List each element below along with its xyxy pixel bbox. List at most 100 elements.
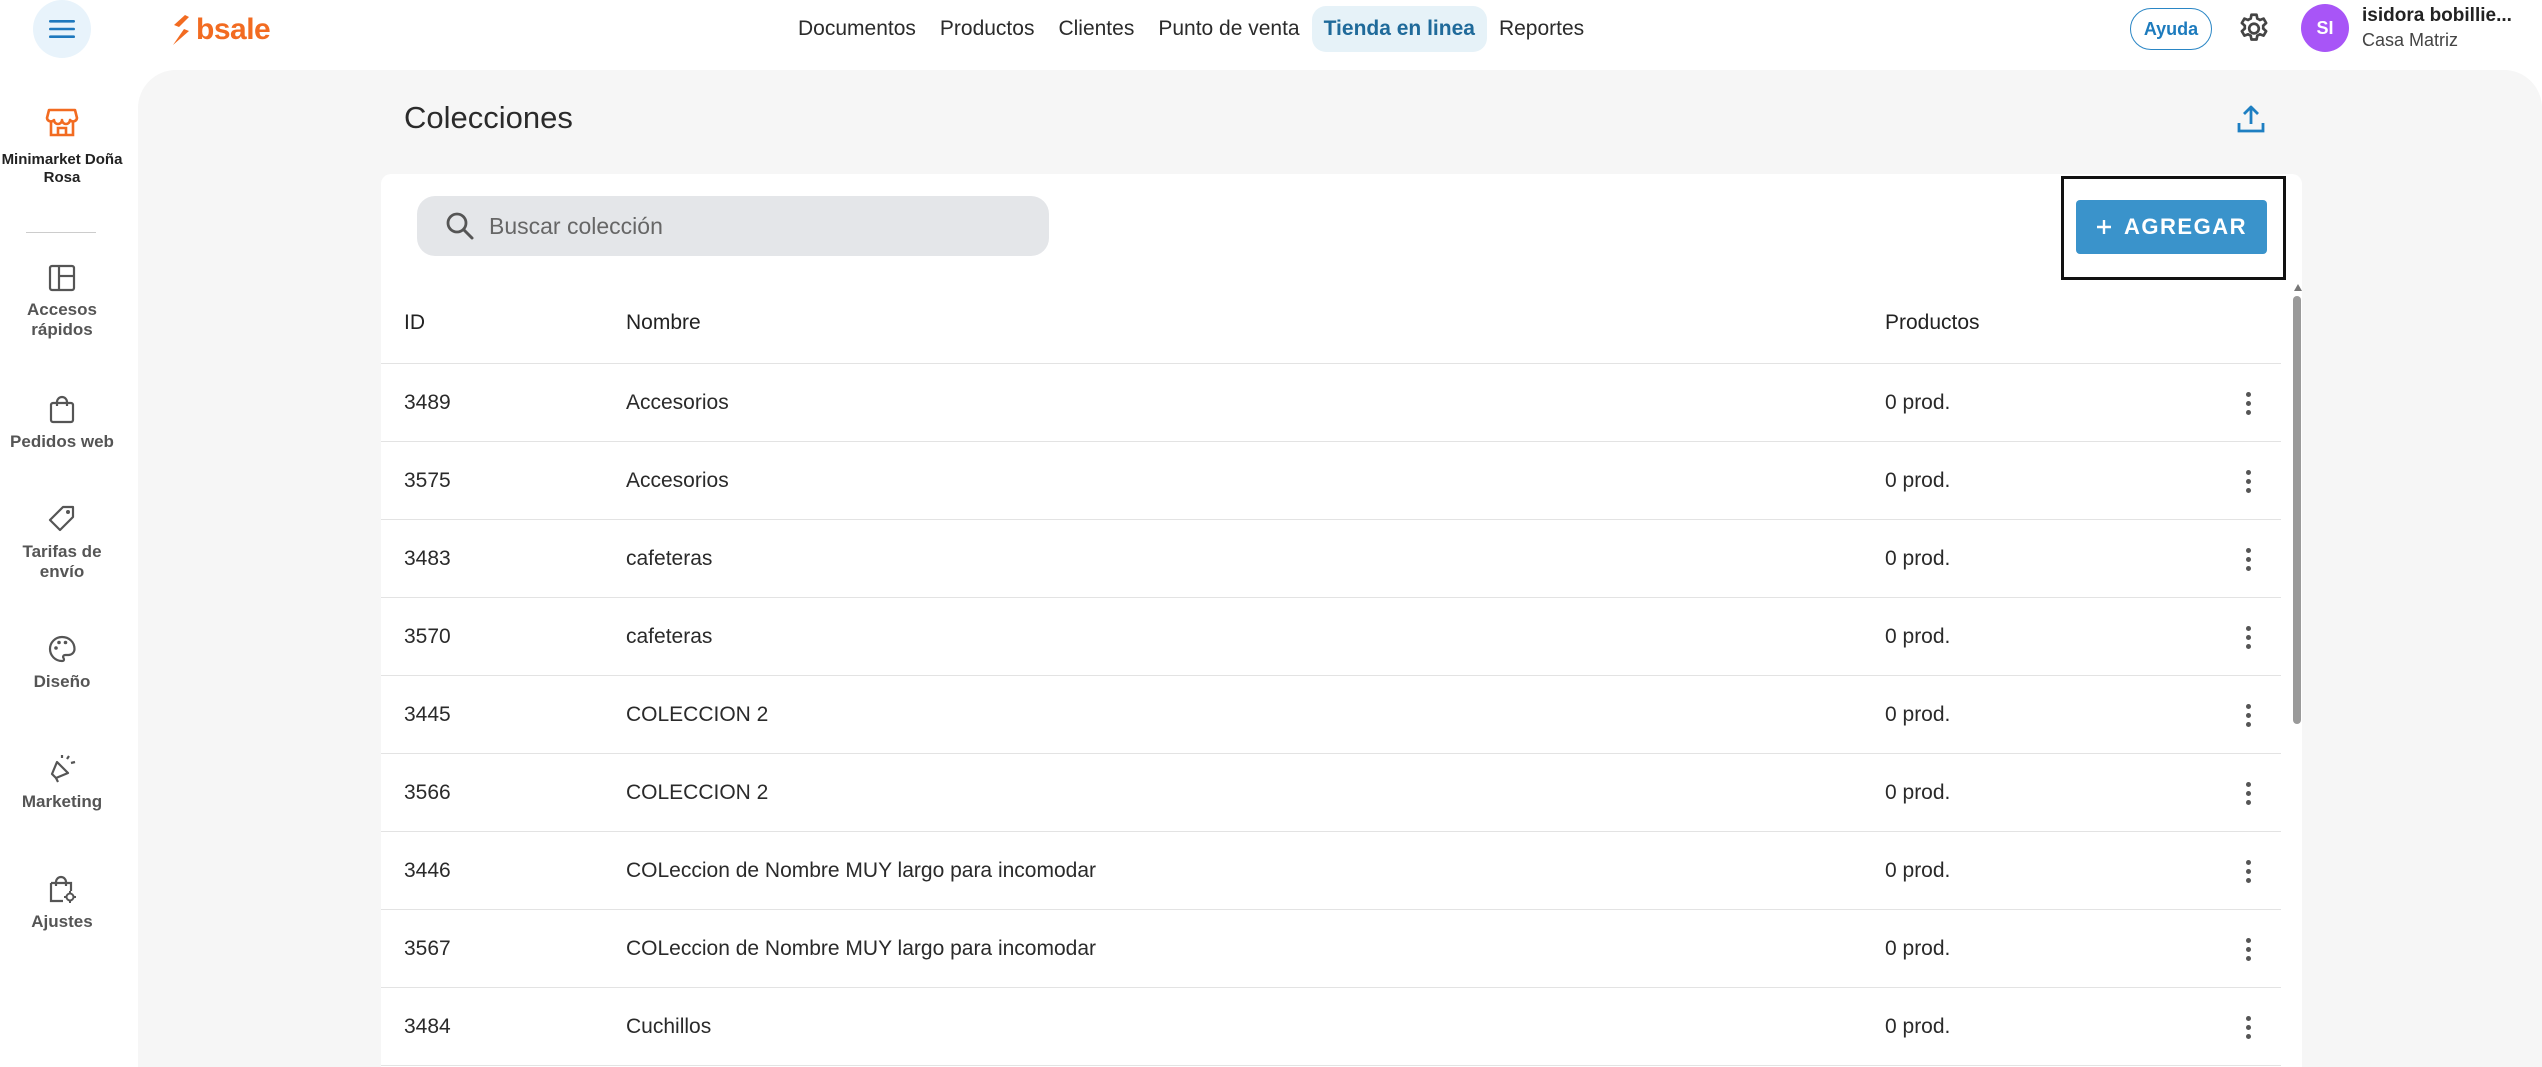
cell-id: 3484 xyxy=(404,1015,451,1038)
more-options-icon[interactable] xyxy=(2236,930,2260,968)
store-selector[interactable]: Minimarket Doña Rosa xyxy=(0,104,124,187)
table-row[interactable]: 3483 cafeteras 0 prod. xyxy=(381,520,2281,598)
sidebar-item-label: Tarifas de envío xyxy=(22,542,102,581)
user-name[interactable]: isidora bobillie... xyxy=(2362,5,2512,27)
scroll-up-arrow[interactable] xyxy=(2294,284,2302,291)
sidebar-item-ajustes[interactable]: Ajustes xyxy=(0,874,124,932)
cell-name: cafeteras xyxy=(626,547,713,570)
cell-id: 3570 xyxy=(404,625,451,648)
bag-settings-icon xyxy=(49,875,76,903)
cell-name: COLeccion de Nombre MUY largo para incom… xyxy=(626,937,1096,960)
cell-id: 3483 xyxy=(404,547,451,570)
megaphone-icon xyxy=(50,755,76,783)
logo-text: bsale xyxy=(196,13,271,46)
column-header-products[interactable]: Productos xyxy=(1885,311,1980,335)
table-row[interactable]: 3489 Accesorios 0 prod. xyxy=(381,364,2281,442)
cell-id: 3575 xyxy=(404,469,451,492)
sidebar-item-label: Marketing xyxy=(21,792,103,811)
nav-productos[interactable]: Productos xyxy=(928,6,1047,52)
menu-icon xyxy=(49,20,75,38)
sidebar-item-accesos-rapidos[interactable]: Accesos rápidos xyxy=(0,264,124,340)
gear-icon[interactable] xyxy=(2236,11,2272,47)
cell-products: 0 prod. xyxy=(1885,625,1951,648)
table-header: ID Nombre Productos xyxy=(381,284,2281,364)
avatar[interactable]: SI xyxy=(2301,4,2349,52)
cell-products: 0 prod. xyxy=(1885,703,1951,726)
sidebar-item-marketing[interactable]: Marketing xyxy=(0,754,124,812)
more-options-icon[interactable] xyxy=(2236,774,2260,812)
cell-id: 3446 xyxy=(404,859,451,882)
sidebar-divider xyxy=(26,232,96,233)
column-header-name[interactable]: Nombre xyxy=(626,311,701,335)
bsale-logo-icon xyxy=(173,15,189,45)
cell-name: Cuchillos xyxy=(626,1015,712,1038)
cell-products: 0 prod. xyxy=(1885,547,1951,570)
sidebar-item-pedidos-web[interactable]: Pedidos web xyxy=(0,394,124,452)
top-bar: bsale Documentos Productos Clientes Punt… xyxy=(0,0,2542,58)
cell-name: Accesorios xyxy=(626,391,729,414)
more-options-icon[interactable] xyxy=(2236,462,2260,500)
table-row[interactable]: 3570 cafeteras 0 prod. xyxy=(381,598,2281,676)
more-options-icon[interactable] xyxy=(2236,1008,2260,1046)
cell-products: 0 prod. xyxy=(1885,469,1951,492)
add-collection-button[interactable]: AGREGAR xyxy=(2076,200,2267,254)
user-branch: Casa Matriz xyxy=(2362,30,2459,50)
sidebar-item-diseno[interactable]: Diseño xyxy=(0,634,124,692)
palette-icon xyxy=(48,635,76,663)
cell-products: 0 prod. xyxy=(1885,391,1951,414)
nav-punto-de-venta[interactable]: Punto de venta xyxy=(1146,6,1311,52)
cell-products: 0 prod. xyxy=(1885,781,1951,804)
search-icon xyxy=(446,212,474,240)
nav-tienda-en-linea[interactable]: Tienda en linea xyxy=(1311,6,1487,52)
table-row[interactable]: 3445 COLECCION 2 0 prod. xyxy=(381,676,2281,754)
nav-reportes[interactable]: Reportes xyxy=(1487,6,1596,52)
plus-icon xyxy=(2097,220,2112,234)
layout-icon xyxy=(48,264,76,292)
column-header-id[interactable]: ID xyxy=(404,311,425,335)
sidebar-item-tarifas-de-envio[interactable]: Tarifas de envío xyxy=(0,504,124,582)
hamburger-menu-button[interactable] xyxy=(33,0,91,58)
bsale-logo[interactable]: bsale xyxy=(170,13,271,47)
shopping-bag-icon xyxy=(49,395,75,424)
sidebar-item-label: Accesos rápidos xyxy=(27,300,97,339)
cell-name: COLeccion de Nombre MUY largo para incom… xyxy=(626,859,1096,882)
collections-card: AGREGAR ID Nombre Productos 3489 Accesori… xyxy=(381,174,2302,1067)
cell-products: 0 prod. xyxy=(1885,859,1951,882)
search-box[interactable] xyxy=(417,196,1049,256)
table-row[interactable]: 3446 COLeccion de Nombre MUY largo para i… xyxy=(381,832,2281,910)
cell-id: 3445 xyxy=(404,703,451,726)
sidebar-item-label: Pedidos web xyxy=(10,432,114,451)
table-row[interactable]: 3575 Accesorios 0 prod. xyxy=(381,442,2281,520)
store-icon xyxy=(45,108,79,137)
nav-clientes[interactable]: Clientes xyxy=(1046,6,1146,52)
upload-icon[interactable] xyxy=(2234,102,2268,136)
more-options-icon[interactable] xyxy=(2236,540,2260,578)
cell-id: 3567 xyxy=(404,937,451,960)
cell-name: COLECCION 2 xyxy=(626,781,769,804)
page-title: Colecciones xyxy=(404,100,573,135)
cell-products: 0 prod. xyxy=(1885,1015,1951,1038)
cell-id: 3489 xyxy=(404,391,451,414)
table-row[interactable]: 3566 COLECCION 2 0 prod. xyxy=(381,754,2281,832)
scroll-thumb[interactable] xyxy=(2293,296,2301,724)
more-options-icon[interactable] xyxy=(2236,384,2260,422)
more-options-icon[interactable] xyxy=(2236,618,2260,656)
main-nav: Documentos Productos Clientes Punto de v… xyxy=(786,6,1596,52)
search-input[interactable] xyxy=(489,212,1009,240)
sidebar-item-label: Diseño xyxy=(33,672,91,691)
nav-documentos[interactable]: Documentos xyxy=(786,6,928,52)
cell-name: cafeteras xyxy=(626,625,713,648)
more-options-icon[interactable] xyxy=(2236,696,2260,734)
tag-icon xyxy=(48,505,75,532)
table-row[interactable]: 3484 Cuchillos 0 prod. xyxy=(381,988,2281,1066)
store-name: Minimarket Doña Rosa xyxy=(1,151,123,186)
help-button[interactable]: Ayuda xyxy=(2130,8,2212,50)
table-row[interactable]: 3567 COLeccion de Nombre MUY largo para i… xyxy=(381,910,2281,988)
cell-name: Accesorios xyxy=(626,469,729,492)
more-options-icon[interactable] xyxy=(2236,852,2260,890)
sidebar: Minimarket Doña Rosa Accesos rápidos Ped… xyxy=(0,58,124,1067)
cell-id: 3566 xyxy=(404,781,451,804)
table-scrollbar[interactable] xyxy=(2292,284,2302,1067)
add-button-label: AGREGAR xyxy=(2124,214,2247,239)
sidebar-item-label: Ajustes xyxy=(31,912,93,931)
